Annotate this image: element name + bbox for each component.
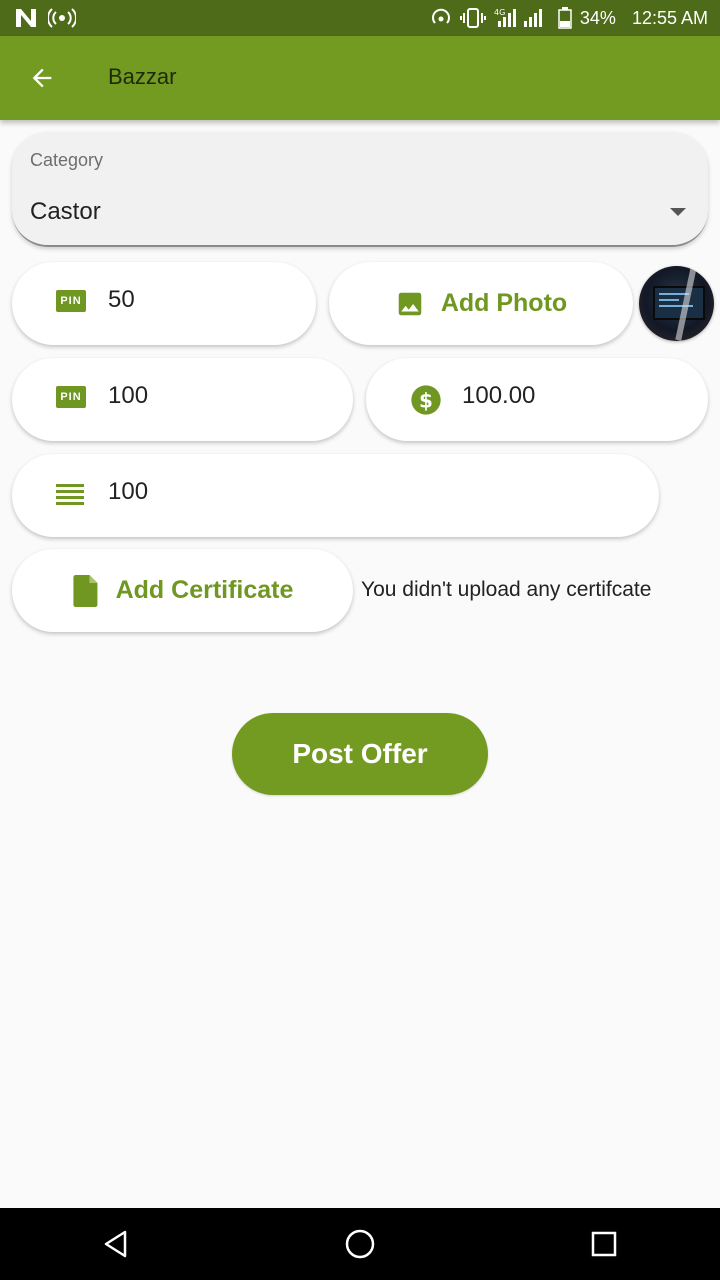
thumbnail-screen — [653, 286, 705, 320]
hotspot-icon — [48, 8, 76, 28]
battery-percent: 34% — [579, 7, 616, 28]
wifi-hotspot-icon — [431, 8, 450, 24]
arrow-back-icon — [32, 68, 52, 88]
price-field[interactable]: $ 100.00 — [366, 358, 708, 441]
quantity-field[interactable]: 100 — [12, 454, 659, 537]
pin-field-2[interactable]: PIN 100 — [12, 358, 353, 441]
nav-recents-button[interactable] — [584, 1224, 624, 1264]
lines-icon — [56, 484, 84, 513]
page-title: Bazzar — [108, 64, 177, 89]
square-recents-icon — [591, 1231, 617, 1257]
dollar-icon: $ — [410, 384, 442, 421]
system-nav-bar — [0, 1208, 720, 1280]
category-dropdown[interactable]: Category Castor — [12, 132, 708, 247]
pin-field-1-value: 50 — [108, 286, 135, 313]
add-photo-button[interactable]: Add Photo — [329, 262, 633, 345]
file-icon — [73, 574, 98, 607]
add-certificate-button[interactable]: Add Certificate — [12, 549, 353, 632]
signal-icon: 4G — [494, 8, 542, 27]
nav-home-button[interactable] — [340, 1224, 380, 1264]
battery-icon — [558, 7, 572, 29]
add-certificate-label: Add Certificate — [115, 576, 294, 604]
triangle-back-icon — [104, 1230, 127, 1258]
certificate-status-text: You didn't upload any certifcate — [361, 578, 652, 601]
image-icon — [398, 292, 422, 315]
notification-n-icon — [16, 9, 36, 27]
nav-back-button[interactable] — [96, 1224, 136, 1264]
pin-icon: PIN — [56, 290, 86, 312]
pin-field-1[interactable]: PIN 50 — [12, 262, 316, 345]
dropdown-arrow-icon — [670, 208, 686, 216]
network-type: 4G — [494, 8, 505, 17]
vibrate-icon — [459, 8, 486, 28]
add-photo-label: Add Photo — [440, 289, 568, 317]
post-offer-button[interactable]: Post Offer — [232, 713, 488, 795]
pin-field-2-value: 100 — [108, 382, 149, 409]
quantity-field-value: 100 — [108, 478, 149, 505]
category-value: Castor — [30, 198, 101, 225]
category-label: Category — [30, 150, 104, 170]
pin-icon: PIN — [56, 386, 86, 408]
price-field-value: 100.00 — [462, 382, 536, 409]
svg-text:$: $ — [419, 388, 433, 412]
photo-thumbnail[interactable] — [639, 266, 714, 341]
clock: 12:55 AM — [631, 7, 708, 28]
status-bar: 4G 34% 12:55 AM — [0, 0, 720, 36]
back-button[interactable] — [22, 58, 62, 98]
circle-home-icon — [345, 1229, 375, 1259]
app-bar: Bazzar — [0, 36, 720, 120]
